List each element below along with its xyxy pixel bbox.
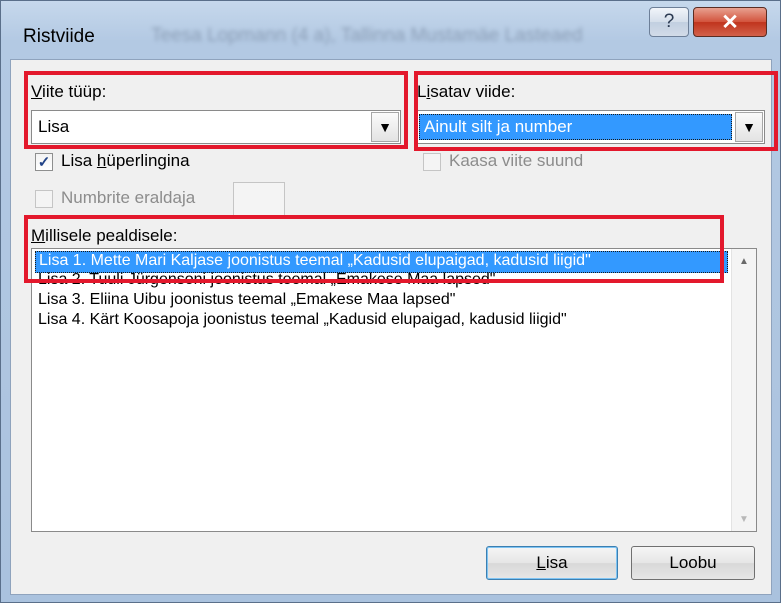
dialog-title: Ristviide [23,26,95,47]
help-button[interactable]: ? [649,7,689,37]
insert-reference-select[interactable]: Ainult silt ja number ▼ [415,110,765,144]
dialog-body: Viite tüüp: Lisa ▼ Lisatav viide: Ainult… [10,59,772,595]
reference-type-select[interactable]: Lisa ▼ [31,110,401,144]
list-item[interactable]: Lisa 1. Mette Mari Kaljase joonistus tee… [35,251,728,273]
list-item[interactable]: Lisa 2. Tuuli Jürgensoni joonistus teema… [38,271,495,293]
insert-as-hyperlink-checkbox[interactable]: ✓ [35,153,53,171]
close-button[interactable]: ✕ [693,7,767,37]
separate-numbers-checkbox[interactable] [35,190,53,208]
help-icon: ? [663,11,675,32]
include-above-below-checkbox[interactable] [423,153,441,171]
dialog-window: Ristviide Teesa Lopmann (4 a), Tallinna … [0,0,781,603]
scroll-down-icon[interactable]: ▼ [732,509,756,529]
insert-reference-label: Lisatav viide: [417,82,516,101]
insert-as-hyperlink-label[interactable]: Lisa hüperlingina [61,151,190,171]
close-icon: ✕ [721,10,739,34]
cancel-button[interactable]: Loobu [631,546,755,580]
blurred-background-title: Teesa Lopmann (4 a), Tallinna Mustamäe L… [151,25,583,46]
list-item[interactable]: Lisa 3. Eliina Uibu joonistus teemal „Em… [38,291,455,313]
caption-list-label: Millisele pealdisele: [31,226,178,245]
list-item[interactable]: Lisa 4. Kärt Koosapoja joonistus teemal … [38,311,567,333]
reference-type-value: Lisa [38,117,70,136]
scroll-up-icon[interactable]: ▲ [732,251,756,271]
checkmark-icon: ✓ [37,153,51,171]
chevron-down-icon[interactable]: ▼ [735,112,763,142]
insert-button[interactable]: Lisa [486,546,618,580]
separate-numbers-label: Numbrite eraldaja [61,188,196,207]
insert-reference-value: Ainult silt ja number [424,117,573,136]
caption-list[interactable]: Lisa 1. Mette Mari Kaljase joonistus tee… [31,248,757,532]
reference-type-label: Viite tüüp: [31,82,107,101]
title-bar[interactable]: Ristviide Teesa Lopmann (4 a), Tallinna … [1,1,780,59]
chevron-down-icon[interactable]: ▼ [371,112,399,142]
include-above-below-label: Kaasa viite suund [449,151,584,170]
separator-input[interactable] [233,182,285,216]
list-scrollbar[interactable]: ▲ ▼ [731,249,756,531]
